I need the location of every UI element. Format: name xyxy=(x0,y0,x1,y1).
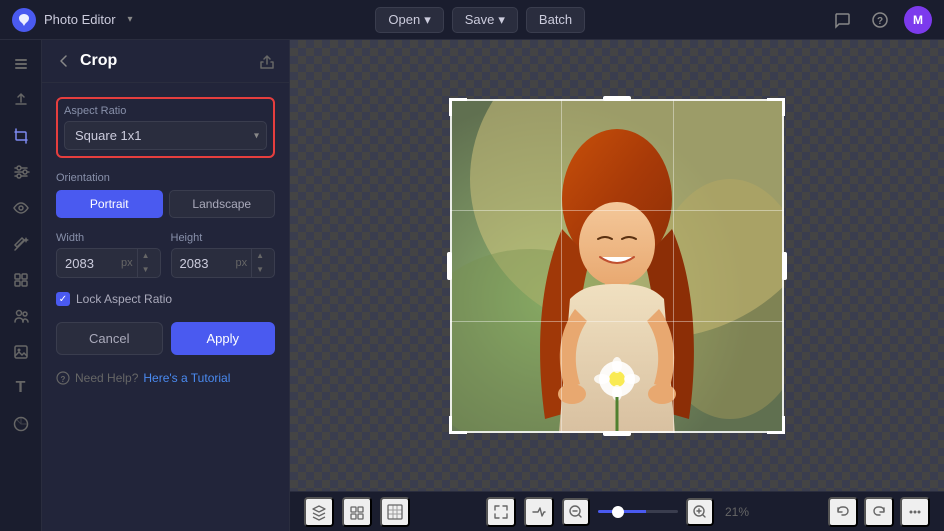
rail-frames-icon[interactable] xyxy=(5,264,37,296)
topbar: Photo Editor ▾ Open ▾ Save ▾ Batch ? M xyxy=(0,0,944,40)
help-text: Need Help? xyxy=(75,371,138,385)
undo-button[interactable] xyxy=(828,497,858,527)
zoom-out-button[interactable] xyxy=(562,498,590,526)
open-chevron-icon: ▾ xyxy=(424,12,431,28)
sidebar-title: Crop xyxy=(80,52,251,70)
bottom-left-tools xyxy=(304,497,410,527)
aspect-ratio-label: Aspect Ratio xyxy=(64,105,267,117)
redo-button[interactable] xyxy=(864,497,894,527)
rail-people-icon[interactable] xyxy=(5,300,37,332)
aspect-ratio-select-wrap: Free Square 1x1 4:3 16:9 3:2 Custom ▾ xyxy=(64,121,267,150)
orientation-buttons: Portrait Landscape xyxy=(56,190,275,218)
height-decrement-button[interactable]: ▼ xyxy=(252,263,268,277)
save-button[interactable]: Save ▾ xyxy=(452,7,518,33)
height-input[interactable] xyxy=(172,251,232,276)
zoom-slider[interactable] xyxy=(598,510,678,513)
save-chevron-icon: ▾ xyxy=(498,12,505,28)
help-tutorial-link[interactable]: Here's a Tutorial xyxy=(143,371,230,385)
rail-export-icon[interactable] xyxy=(5,84,37,116)
grid-bottom-icon[interactable] xyxy=(380,497,410,527)
photo-image xyxy=(450,99,784,433)
canvas-area: 21% xyxy=(290,40,944,531)
bottom-toolbar: 21% xyxy=(290,491,944,531)
svg-text:?: ? xyxy=(61,375,66,384)
rail-adjust-icon[interactable] xyxy=(5,156,37,188)
photo-container[interactable] xyxy=(450,99,784,433)
app-name-chevron: ▾ xyxy=(128,14,133,25)
width-spinners: ▲ ▼ xyxy=(137,249,154,277)
icon-rail: T xyxy=(0,40,42,531)
topbar-right: ? M xyxy=(828,6,932,34)
bottom-right-tools xyxy=(828,497,930,527)
open-button[interactable]: Open ▾ xyxy=(375,7,443,33)
rail-crop-icon[interactable] xyxy=(5,120,37,152)
apply-button[interactable]: Apply xyxy=(171,322,276,355)
width-input[interactable] xyxy=(57,251,117,276)
dimensions-section: Width px ▲ ▼ Height px xyxy=(56,232,275,278)
canvas-content xyxy=(290,40,944,491)
sidebar-panel: Crop Aspect Ratio Free Square 1x1 4:3 16… xyxy=(42,40,290,531)
rail-magic-icon[interactable] xyxy=(5,228,37,260)
zoom-in-button[interactable] xyxy=(686,498,714,526)
width-label: Width xyxy=(56,232,161,244)
help-row: ? Need Help? Here's a Tutorial xyxy=(56,371,275,385)
landscape-button[interactable]: Landscape xyxy=(169,190,276,218)
rail-sticker-icon[interactable] xyxy=(5,408,37,440)
aspect-ratio-section: Aspect Ratio Free Square 1x1 4:3 16:9 3:… xyxy=(56,97,275,158)
height-field: Height px ▲ ▼ xyxy=(171,232,276,278)
chat-icon-button[interactable] xyxy=(828,6,856,34)
app-name-label: Photo Editor xyxy=(44,12,116,27)
lock-aspect-row: ✓ Lock Aspect Ratio xyxy=(56,292,275,306)
portrait-button[interactable]: Portrait xyxy=(56,190,163,218)
share-icon[interactable] xyxy=(259,52,275,69)
sidebar-back-button[interactable] xyxy=(56,53,72,69)
height-unit: px xyxy=(232,257,252,269)
bottom-center-zoom: 21% xyxy=(486,497,752,527)
width-input-wrap: px ▲ ▼ xyxy=(56,248,161,278)
cancel-button[interactable]: Cancel xyxy=(56,322,163,355)
zoom-percentage: 21% xyxy=(722,505,752,519)
layers-bottom-icon[interactable] xyxy=(304,497,334,527)
height-input-wrap: px ▲ ▼ xyxy=(171,248,276,278)
width-field: Width px ▲ ▼ xyxy=(56,232,161,278)
app-logo xyxy=(12,8,36,32)
user-avatar[interactable]: M xyxy=(904,6,932,34)
zoom-fit-button[interactable] xyxy=(524,497,554,527)
rail-eye-icon[interactable] xyxy=(5,192,37,224)
sidebar-header: Crop xyxy=(42,40,289,83)
topbar-center: Open ▾ Save ▾ Batch xyxy=(141,7,820,33)
rail-image-icon[interactable] xyxy=(5,336,37,368)
width-decrement-button[interactable]: ▼ xyxy=(138,263,154,277)
help-icon-button[interactable]: ? xyxy=(866,6,894,34)
aspect-ratio-select[interactable]: Free Square 1x1 4:3 16:9 3:2 Custom xyxy=(64,121,267,150)
more-options-button[interactable] xyxy=(900,497,930,527)
checkmark-icon: ✓ xyxy=(59,294,67,305)
history-bottom-icon[interactable] xyxy=(342,497,372,527)
rail-text-icon[interactable]: T xyxy=(5,372,37,404)
height-spinners: ▲ ▼ xyxy=(251,249,268,277)
height-increment-button[interactable]: ▲ xyxy=(252,249,268,263)
fit-view-button[interactable] xyxy=(486,497,516,527)
rail-layers-icon[interactable] xyxy=(5,48,37,80)
lock-aspect-label: Lock Aspect Ratio xyxy=(76,292,172,306)
main-content: T Crop Aspect Rati xyxy=(0,40,944,531)
action-buttons: Cancel Apply xyxy=(56,322,275,355)
height-label: Height xyxy=(171,232,276,244)
orientation-label: Orientation xyxy=(56,172,275,184)
width-unit: px xyxy=(117,257,137,269)
help-circle-icon: ? xyxy=(56,371,70,385)
lock-aspect-checkbox[interactable]: ✓ xyxy=(56,292,70,306)
orientation-section: Orientation Portrait Landscape xyxy=(56,172,275,218)
batch-button[interactable]: Batch xyxy=(526,7,585,33)
sidebar-body: Aspect Ratio Free Square 1x1 4:3 16:9 3:… xyxy=(42,83,289,531)
width-increment-button[interactable]: ▲ xyxy=(138,249,154,263)
svg-text:?: ? xyxy=(877,16,883,27)
